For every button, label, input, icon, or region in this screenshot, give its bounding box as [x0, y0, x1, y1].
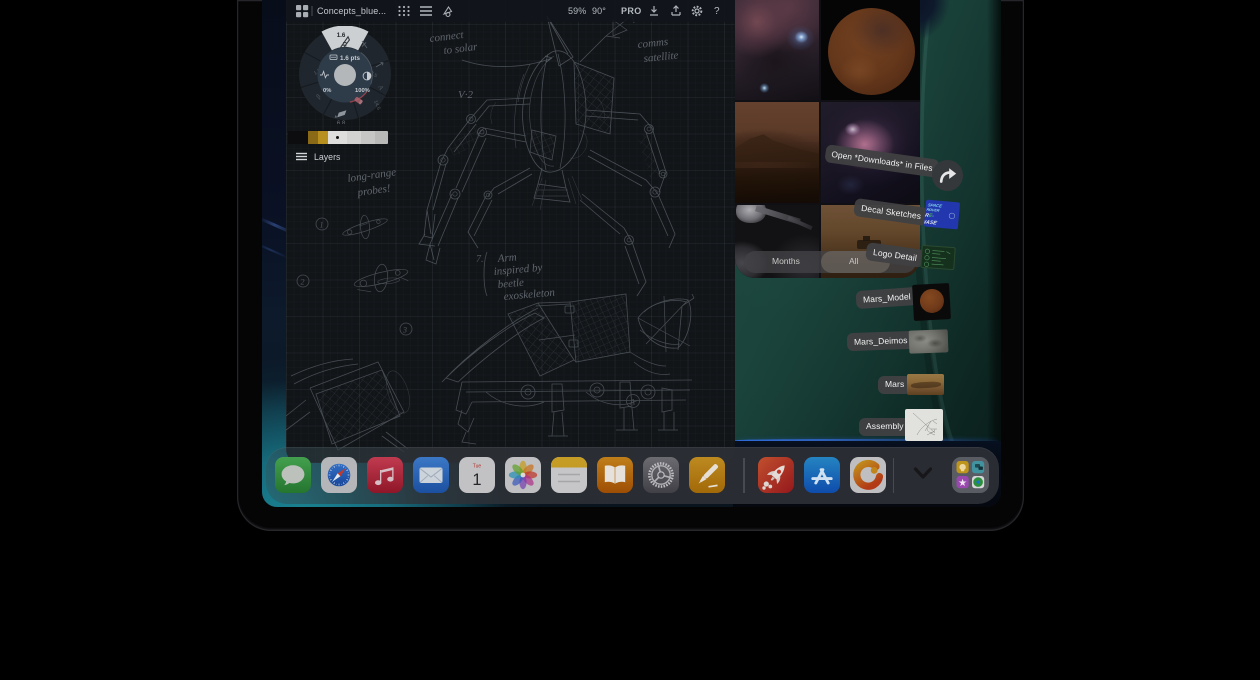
- svg-text:1: 1: [320, 221, 324, 230]
- svg-text:2: 2: [301, 278, 305, 287]
- svg-text:satellite: satellite: [643, 49, 679, 65]
- svg-text:to solar: to solar: [443, 41, 479, 57]
- svg-text:★: ★: [958, 478, 967, 489]
- svg-text:RE○: RE○: [924, 213, 935, 220]
- svg-text:probes!: probes!: [356, 182, 392, 199]
- svg-text:Arm: Arm: [496, 251, 517, 265]
- svg-text:NASE: NASE: [924, 219, 938, 226]
- svg-text:1.6 pts: 1.6 pts: [340, 55, 360, 62]
- svg-text:1: 1: [472, 471, 481, 489]
- svg-text:6.8: 6.8: [337, 121, 346, 124]
- svg-text:3: 3: [402, 326, 407, 335]
- svg-text:1.6: 1.6: [337, 32, 346, 39]
- svg-text:0%: 0%: [323, 88, 331, 94]
- svg-text:7.: 7.: [476, 254, 484, 265]
- svg-text:Tue: Tue: [472, 464, 481, 470]
- svg-text:V·2: V·2: [458, 89, 473, 101]
- svg-text:comms: comms: [637, 36, 669, 51]
- svg-text:100%: 100%: [355, 88, 370, 94]
